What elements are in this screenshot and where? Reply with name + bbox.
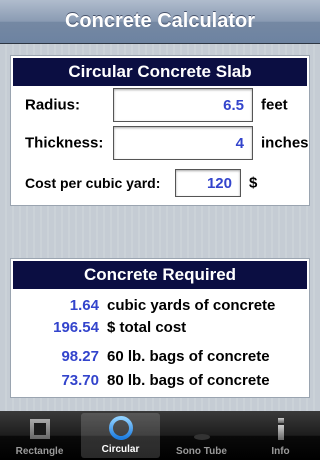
result-row: 196.54 $ total cost <box>11 319 309 339</box>
bags-80-text: 80 lb. bags of concrete <box>107 372 270 389</box>
result-row: 1.64 cubic yards of concrete <box>11 297 309 317</box>
radius-label: Radius: <box>25 96 81 114</box>
result-row: 73.70 80 lb. bags of concrete <box>11 372 309 392</box>
circular-slab-panel: Circular Concrete Slab Radius: 6.5 feet … <box>10 55 310 206</box>
bags-60-text: 60 lb. bags of concrete <box>107 348 270 365</box>
thickness-input[interactable]: 4 <box>113 126 253 160</box>
bags-80-value: 73.70 <box>61 372 99 389</box>
radius-input[interactable]: 6.5 <box>113 88 253 122</box>
cubic-yards-text: cubic yards of concrete <box>107 297 276 314</box>
cost-input[interactable]: 120 <box>175 169 241 197</box>
tab-rectangle[interactable]: Rectangle <box>0 411 79 460</box>
cubic-yards-value: 1.64 <box>69 297 99 314</box>
results-panel: Concrete Required 1.64 cubic yards of co… <box>10 258 310 398</box>
result-row: 98.27 60 lb. bags of concrete <box>11 348 309 368</box>
tab-info[interactable]: Info <box>241 411 320 460</box>
tab-circular-label: Circular <box>101 444 140 455</box>
results-panel-header: Concrete Required <box>13 261 307 289</box>
total-cost-value: 196.54 <box>53 319 99 336</box>
thickness-label: Thickness: <box>25 134 104 152</box>
tab-sono-tube-label: Sono Tube <box>176 446 227 457</box>
tab-circular[interactable]: Circular <box>81 413 160 458</box>
page-title: Concrete Calculator <box>64 10 256 32</box>
tab-info-label: Info <box>271 446 290 457</box>
thickness-row: Thickness: 4 inches <box>11 126 309 160</box>
circle-icon <box>106 413 136 442</box>
radius-row: Radius: 6.5 feet <box>11 88 309 122</box>
square-icon <box>25 414 55 444</box>
total-cost-text: $ total cost <box>107 319 187 336</box>
cost-row: Cost per cubic yard: 120 $ <box>11 166 309 200</box>
tube-icon <box>187 414 217 444</box>
info-icon <box>266 414 296 444</box>
tab-bar: Rectangle Circular Sono Tube Info <box>0 411 320 460</box>
bags-60-value: 98.27 <box>61 348 99 365</box>
cost-unit: $ <box>249 174 258 192</box>
navigation-bar: Concrete Calculator <box>0 0 320 44</box>
radius-unit: feet <box>261 96 288 114</box>
cost-label: Cost per cubic yard: <box>25 175 161 191</box>
tab-rectangle-label: Rectangle <box>15 446 64 457</box>
slab-panel-header: Circular Concrete Slab <box>13 58 307 86</box>
thickness-unit: inches <box>261 134 309 152</box>
tab-sono-tube[interactable]: Sono Tube <box>162 411 241 460</box>
